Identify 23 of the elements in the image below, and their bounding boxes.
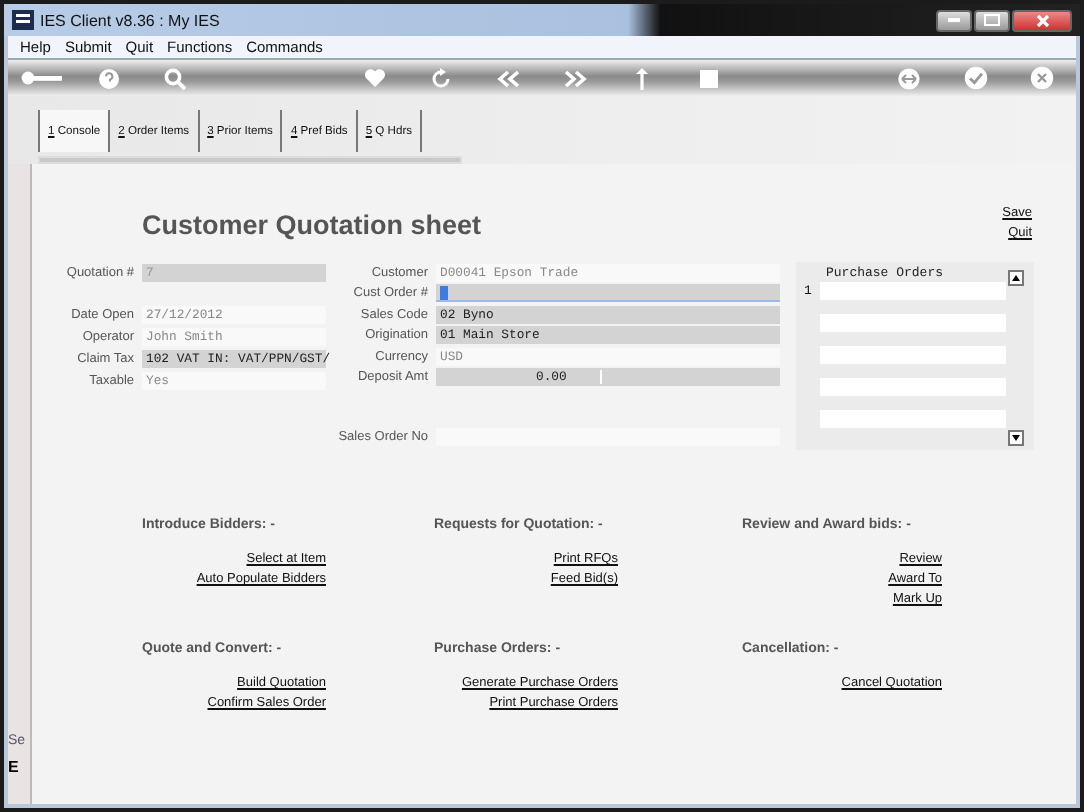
- close-icon: [1035, 13, 1049, 27]
- close-icon[interactable]: [1030, 66, 1055, 90]
- maximize-button[interactable]: [974, 9, 1010, 31]
- app-icon: [12, 10, 34, 30]
- scroll-up-icon[interactable]: [1008, 270, 1024, 286]
- swap-icon[interactable]: [896, 67, 923, 89]
- heart-icon[interactable]: [364, 68, 387, 88]
- close-button[interactable]: [1012, 9, 1072, 31]
- minimize-button[interactable]: [936, 9, 972, 31]
- window-title: IES Client v8.36 : My IES: [40, 11, 220, 29]
- text-cursor: [440, 286, 448, 301]
- strip-text: E: [8, 758, 21, 776]
- fast-forward-icon[interactable]: [563, 69, 588, 87]
- key-icon[interactable]: [19, 68, 64, 88]
- rewind-icon[interactable]: [496, 69, 521, 87]
- search-icon[interactable]: [163, 67, 186, 89]
- stop-icon[interactable]: [699, 69, 718, 87]
- scroll-down-icon[interactable]: [1008, 430, 1024, 446]
- sheet-title: Customer Quotation sheet: [142, 210, 482, 244]
- help-icon[interactable]: [97, 67, 120, 89]
- input-field[interactable]: [436, 284, 780, 303]
- check-icon[interactable]: [963, 66, 988, 90]
- refresh-icon[interactable]: [430, 67, 453, 89]
